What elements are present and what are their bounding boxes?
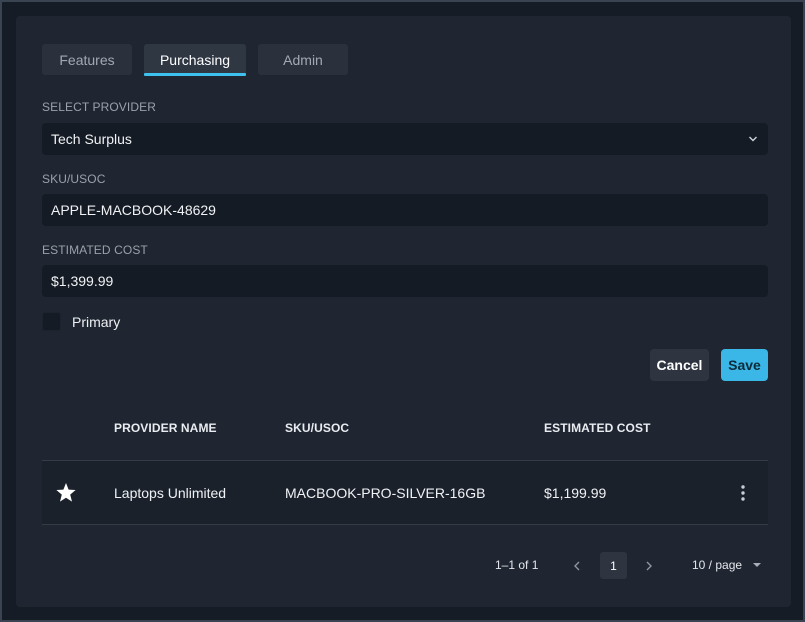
column-header-sku[interactable]: SKU/USOC [285, 421, 349, 435]
primary-checkbox[interactable] [42, 312, 61, 331]
column-header-estimated-cost[interactable]: ESTIMATED COST [544, 421, 651, 435]
page-number-button[interactable]: 1 [600, 552, 627, 579]
cancel-button[interactable]: Cancel [650, 349, 709, 381]
page-size-select[interactable]: 10 / page [692, 552, 762, 578]
table-row[interactable]: Laptops Unlimited MACBOOK-PRO-SILVER-16G… [42, 460, 768, 525]
provider-name-cell: Laptops Unlimited [114, 484, 227, 501]
page-size-value: 10 / page [692, 558, 743, 572]
column-header-provider-name[interactable]: PROVIDER NAME [114, 421, 217, 435]
provider-label: SELECT PROVIDER [42, 100, 156, 114]
primary-checkbox-label[interactable]: Primary [72, 314, 120, 330]
primary-checkbox-row: Primary [42, 312, 120, 331]
provider-select-value: Tech Surplus [51, 131, 132, 147]
tab-features[interactable]: Features [42, 44, 132, 75]
provider-select[interactable]: Tech Surplus [42, 123, 768, 155]
edit-panel: Features Purchasing Admin SELECT PROVIDE… [16, 16, 791, 607]
tab-purchasing[interactable]: Purchasing [144, 44, 246, 76]
cost-label: ESTIMATED COST [42, 243, 148, 257]
cost-input[interactable]: $1,399.99 [42, 265, 768, 297]
star-icon[interactable] [55, 461, 77, 524]
more-vertical-icon[interactable] [735, 461, 751, 524]
save-button[interactable]: Save [721, 349, 768, 381]
sku-input[interactable]: APPLE-MACBOOK-48629 [42, 194, 768, 226]
tab-admin[interactable]: Admin [258, 44, 348, 75]
pagination-range: 1–1 of 1 [495, 558, 539, 572]
window-frame: Features Purchasing Admin SELECT PROVIDE… [0, 0, 805, 622]
caret-down-icon [753, 563, 762, 567]
sku-label: SKU/USOC [42, 172, 106, 186]
estimated-cost-cell: $1,199.99 [544, 484, 607, 501]
tab-bar: Features Purchasing Admin [42, 44, 348, 76]
cost-input-value: $1,399.99 [51, 273, 114, 289]
sku-cell: MACBOOK-PRO-SILVER-16GB [285, 484, 486, 501]
chevron-down-icon [749, 136, 757, 142]
chevron-left-icon[interactable] [572, 560, 582, 572]
sku-input-value: APPLE-MACBOOK-48629 [51, 202, 216, 218]
chevron-right-icon[interactable] [644, 560, 654, 572]
